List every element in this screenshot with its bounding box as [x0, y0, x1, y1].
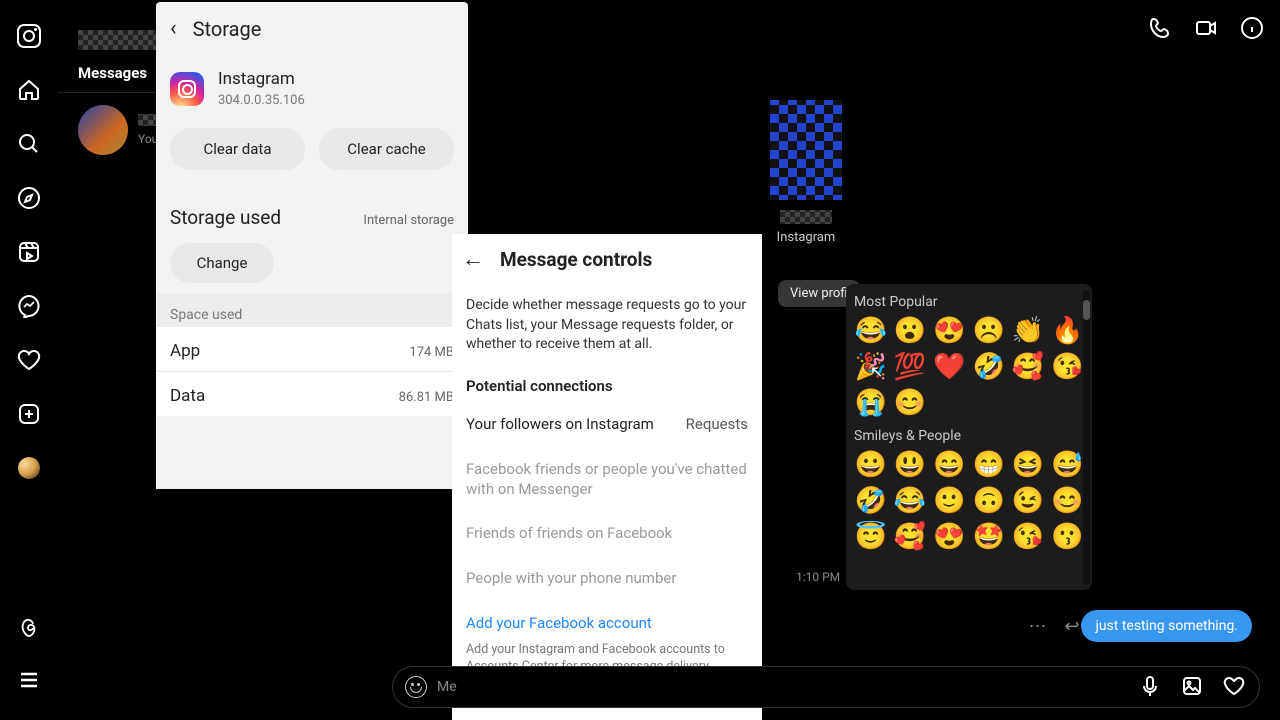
emoji[interactable]: 😊	[1051, 486, 1084, 516]
chat-name-redacted	[780, 210, 832, 224]
message-controls-panel: ← Message controls Decide whether messag…	[452, 234, 762, 720]
stat-row-app[interactable]: App 174 MB	[156, 327, 468, 372]
video-call-icon[interactable]	[1194, 16, 1218, 40]
heart-icon[interactable]	[17, 348, 41, 372]
emoji[interactable]: 😄	[933, 450, 966, 480]
back-icon[interactable]: ←	[462, 246, 484, 272]
followers-value: Requests	[686, 415, 748, 433]
emoji[interactable]: 😇	[854, 522, 887, 552]
emoji[interactable]: 😅	[1051, 450, 1084, 480]
emoji[interactable]: 😗	[1051, 522, 1084, 552]
reply-icon[interactable]: ↩	[1065, 616, 1080, 637]
clear-cache-button[interactable]: Clear cache	[319, 128, 454, 170]
emoji[interactable]: 😀	[854, 450, 887, 480]
potential-connections-heading: Potential connections	[452, 365, 762, 401]
left-rail	[0, 0, 58, 720]
emoji[interactable]: 🙃	[972, 486, 1005, 516]
more-icon[interactable]: ⋯	[1029, 616, 1047, 637]
app-icon	[170, 72, 204, 106]
create-icon[interactable]	[17, 402, 41, 426]
sent-message-bubble[interactable]: just testing something.	[1081, 610, 1252, 642]
space-used-label: Space used	[156, 293, 468, 327]
emoji[interactable]: 🙂	[933, 486, 966, 516]
change-button[interactable]: Change	[170, 243, 274, 283]
emoji-section-smileys: Smileys & People	[846, 418, 1092, 450]
emoji-scrollbar[interactable]	[1083, 290, 1090, 584]
phone-number-row: People with your phone number	[452, 556, 762, 600]
emoji[interactable]: 🥰	[1011, 352, 1044, 382]
add-facebook-link[interactable]: Add your Facebook account	[452, 600, 762, 636]
message-timestamp: 1:10 PM	[796, 570, 840, 584]
message-controls-title: Message controls	[500, 248, 652, 271]
emoji[interactable]: 🎉	[854, 352, 887, 382]
call-icon[interactable]	[1148, 16, 1172, 40]
mic-icon[interactable]	[1139, 675, 1163, 699]
emoji[interactable]: 💯	[893, 352, 926, 382]
emoji[interactable]: 😍	[933, 316, 966, 346]
emoji[interactable]: 😍	[933, 522, 966, 552]
stat-row-data[interactable]: Data 86.81 MB	[156, 372, 468, 416]
followers-row[interactable]: Your followers on Instagram Requests	[452, 401, 762, 447]
composer-placeholder[interactable]: Me	[437, 679, 1129, 695]
friends-of-friends-row: Friends of friends on Facebook	[452, 511, 762, 555]
emoji[interactable]: 🤣	[854, 486, 887, 516]
home-icon[interactable]	[17, 78, 41, 102]
stat-value: 174 MB	[409, 345, 454, 360]
menu-icon[interactable]	[17, 668, 41, 692]
emoji[interactable]: ❤️	[933, 352, 966, 382]
emoji[interactable]: 😂	[893, 486, 926, 516]
heart-icon[interactable]	[1223, 675, 1247, 699]
search-icon[interactable]	[17, 132, 41, 156]
chat-header-actions	[1148, 16, 1264, 40]
explore-icon[interactable]	[17, 186, 41, 210]
image-icon[interactable]	[1181, 675, 1205, 699]
emoji[interactable]: 😮	[893, 316, 926, 346]
emoji[interactable]: 😉	[1011, 486, 1044, 516]
storage-title: Storage	[193, 17, 262, 41]
info-icon[interactable]	[1240, 16, 1264, 40]
emoji[interactable]: 😃	[893, 450, 926, 480]
stat-label: App	[170, 341, 200, 361]
message-controls-desc: Decide whether message requests go to yo…	[452, 282, 762, 365]
emoji[interactable]: 😘	[1011, 522, 1044, 552]
chat-subtitle: Instagram	[770, 230, 842, 245]
conversation-avatar	[78, 105, 128, 155]
emoji[interactable]: 😭	[854, 388, 887, 418]
emoji[interactable]: ☹️	[972, 316, 1005, 346]
back-icon[interactable]: ‹	[170, 16, 177, 41]
emoji-scroll-thumb[interactable]	[1083, 300, 1090, 320]
stat-value: 86.81 MB	[399, 390, 454, 405]
emoji[interactable]: 😆	[1011, 450, 1044, 480]
emoji[interactable]: 😘	[1051, 352, 1084, 382]
threads-icon[interactable]	[17, 614, 41, 638]
emoji[interactable]: 😊	[893, 388, 926, 418]
emoji[interactable]: 🥰	[893, 522, 926, 552]
emoji[interactable]: 😂	[854, 316, 887, 346]
storage-panel: ‹ Storage Instagram 304.0.0.35.106 Clear…	[156, 2, 468, 489]
emoji[interactable]: 😁	[972, 450, 1005, 480]
clear-data-button[interactable]: Clear data	[170, 128, 305, 170]
app-version: 304.0.0.35.106	[218, 93, 305, 108]
app-name: Instagram	[218, 69, 305, 89]
emoji-section-popular: Most Popular	[846, 284, 1092, 316]
instagram-logo-icon[interactable]	[17, 24, 41, 48]
stat-label: Data	[170, 386, 205, 406]
emoji[interactable]: 🤣	[972, 352, 1005, 382]
emoji[interactable]: 🤩	[972, 522, 1005, 552]
messenger-icon[interactable]	[17, 294, 41, 318]
storage-location: Internal storage	[363, 213, 454, 228]
facebook-friends-row: Facebook friends or people you've chatte…	[452, 447, 762, 512]
emoji-picker: Most Popular 😂😮😍☹️👏🔥🎉💯❤️🤣🥰😘😭😊 Smileys & …	[846, 284, 1092, 590]
reels-icon[interactable]	[17, 240, 41, 264]
profile-avatar[interactable]	[17, 456, 41, 480]
chat-profile: Instagram	[770, 100, 842, 245]
emoji[interactable]: 👏	[1011, 316, 1044, 346]
storage-used-label: Storage used	[170, 206, 281, 229]
messages-tab[interactable]: Messages	[58, 50, 167, 93]
emoji-icon[interactable]	[405, 676, 427, 698]
message-composer[interactable]: Me	[392, 666, 1260, 708]
followers-label: Your followers on Instagram	[466, 415, 654, 433]
chat-avatar-redacted	[770, 100, 842, 200]
emoji[interactable]: 🔥	[1051, 316, 1084, 346]
